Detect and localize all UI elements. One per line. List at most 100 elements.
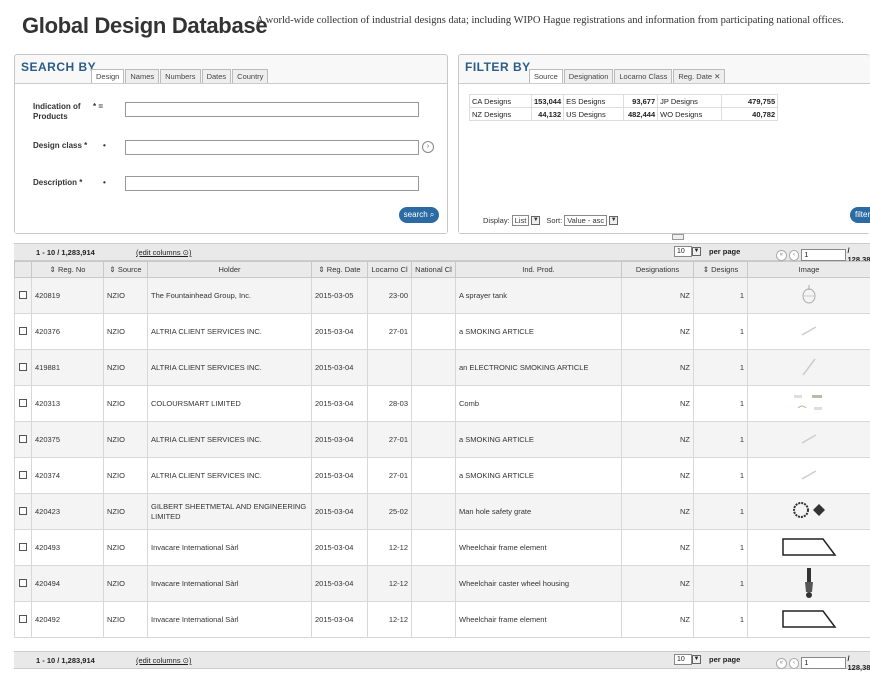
row-checkbox[interactable] [19, 326, 27, 335]
design-thumbnail-image[interactable] [779, 607, 839, 633]
tab-reg-date[interactable]: Reg. Date ✕ [673, 69, 726, 83]
table-row[interactable]: 420819 NZIO The Fountainhead Group, Inc. 20… [14, 277, 870, 314]
display-select[interactable]: List [511, 215, 530, 226]
table-row[interactable]: 420494 NZIO Invacare International Sàrl 201… [14, 565, 870, 602]
row-checkbox[interactable] [19, 578, 27, 587]
tab-names[interactable]: Names [125, 69, 160, 83]
design-thumbnail-image[interactable] [802, 567, 816, 601]
cell-image[interactable] [747, 565, 870, 602]
column-header-source[interactable]: ⇕ Source [103, 261, 148, 278]
column-header-designs[interactable]: ⇕ Designs [693, 261, 748, 278]
cell-image[interactable] [747, 349, 870, 386]
cell-image[interactable] [747, 277, 870, 314]
edit-columns-link[interactable]: (edit columns ⊙) [136, 656, 191, 665]
cell-image[interactable] [747, 421, 870, 458]
table-row[interactable]: 420492 NZIO Invacare International Sàrl 201… [14, 601, 870, 638]
table-row[interactable]: 419881 NZIO ALTRIA CLIENT SERVICES INC. 201… [14, 349, 870, 386]
cell-image[interactable] [747, 601, 870, 638]
design-class-input[interactable] [126, 141, 418, 154]
design-thumbnail-image[interactable] [799, 468, 819, 484]
cell-reg-no[interactable]: 420494 [31, 565, 104, 602]
first-page-icon[interactable]: « [776, 249, 787, 261]
tab-design[interactable]: Design [91, 69, 125, 83]
indication-of-products-field[interactable] [125, 102, 419, 117]
row-checkbox[interactable] [19, 398, 27, 407]
per-page-select[interactable]: 10 [674, 246, 692, 257]
page-number-input[interactable]: 1 [801, 657, 846, 669]
stat-label[interactable]: US Designs [563, 107, 625, 121]
chevron-down-icon[interactable]: ▼ [609, 216, 619, 225]
cell-reg-no[interactable]: 420423 [31, 493, 104, 530]
description-field[interactable] [125, 176, 419, 191]
design-thumbnail-image[interactable] [792, 392, 826, 416]
stat-label[interactable]: CA Designs [469, 94, 532, 108]
row-checkbox[interactable] [19, 362, 27, 371]
tab-designation[interactable]: Designation [563, 69, 614, 83]
table-row[interactable]: 420374 NZIO ALTRIA CLIENT SERVICES INC. 201… [14, 457, 870, 494]
cell-image[interactable] [747, 529, 870, 566]
tab-source[interactable]: Source [529, 69, 563, 83]
design-class-field[interactable] [125, 140, 419, 155]
cell-reg-no[interactable]: 420313 [31, 385, 104, 422]
chevron-down-icon[interactable]: ▼ [692, 655, 701, 664]
page-number-input[interactable]: 1 [801, 249, 846, 261]
cell-reg-no[interactable]: 420375 [31, 421, 104, 458]
design-thumbnail-image[interactable] [779, 535, 839, 561]
row-checkbox[interactable] [19, 290, 27, 299]
row-checkbox[interactable] [19, 506, 27, 515]
first-page-icon[interactable]: « [776, 657, 787, 669]
stat-label[interactable]: WO Designs [657, 107, 723, 121]
cell-image[interactable] [747, 457, 870, 494]
tab-country[interactable]: Country [232, 69, 269, 83]
column-header-reg-no[interactable]: ⇕ Reg. No [31, 261, 104, 278]
design-thumbnail-image[interactable] [799, 432, 819, 448]
sort-select[interactable]: Value - asc [564, 215, 608, 226]
tab-numbers[interactable]: Numbers [160, 69, 201, 83]
edit-columns-link[interactable]: (edit columns ⊙) [136, 248, 191, 257]
stat-label[interactable]: JP Designs [657, 94, 723, 108]
column-header-designations[interactable]: Designations [621, 261, 694, 278]
chevron-down-icon[interactable]: ▼ [692, 247, 701, 256]
cell-reg-no[interactable]: 420819 [31, 277, 104, 314]
cell-image[interactable] [747, 385, 870, 422]
column-header-locarno[interactable]: Locarno Cl [367, 261, 412, 278]
table-row[interactable]: 420423 NZIO GILBERT SHEETMETAL AND ENGINEE… [14, 493, 870, 530]
design-thumbnail-image[interactable] [791, 500, 827, 524]
cell-reg-no[interactable]: 420374 [31, 457, 104, 494]
table-row[interactable]: 420313 NZIO COLOURSMART LIMITED 2015-03-04 2… [14, 385, 870, 422]
design-thumbnail-image[interactable] [799, 324, 819, 340]
column-header-national[interactable]: National Cl [411, 261, 456, 278]
cell-reg-no[interactable]: 419881 [31, 349, 104, 386]
cell-reg-no[interactable]: 420493 [31, 529, 104, 566]
cell-reg-no[interactable]: 420492 [31, 601, 104, 638]
prev-page-icon[interactable]: ‹ [788, 657, 800, 669]
stat-label[interactable]: NZ Designs [469, 107, 532, 121]
design-thumbnail-image[interactable] [799, 356, 819, 380]
description-input[interactable] [126, 177, 418, 190]
row-checkbox[interactable] [19, 434, 27, 443]
chevron-down-icon[interactable]: ▼ [531, 216, 541, 225]
design-class-picker-icon[interactable]: › [422, 141, 434, 153]
tab-locarno-class[interactable]: Locarno Class [614, 69, 673, 83]
column-header-reg-date[interactable]: ⇕ Reg. Date [311, 261, 368, 278]
prev-page-icon[interactable]: ‹ [788, 249, 800, 261]
table-row[interactable]: 420376 NZIO ALTRIA CLIENT SERVICES INC. 201… [14, 313, 870, 350]
table-row[interactable]: 420375 NZIO ALTRIA CLIENT SERVICES INC. 201… [14, 421, 870, 458]
stat-label[interactable]: ES Designs [563, 94, 625, 108]
row-checkbox[interactable] [19, 542, 27, 551]
cell-reg-no[interactable]: 420376 [31, 313, 104, 350]
design-thumbnail-image[interactable] [800, 284, 818, 308]
column-header-ind-prod[interactable]: Ind. Prod. [455, 261, 622, 278]
row-checkbox[interactable] [19, 470, 27, 479]
per-page-select[interactable]: 10 [674, 654, 692, 665]
indication-of-products-input[interactable] [126, 103, 418, 116]
cell-image[interactable] [747, 493, 870, 530]
panel-splitter-handle[interactable] [672, 234, 684, 240]
cell-image[interactable] [747, 313, 870, 350]
table-row[interactable]: 420493 NZIO Invacare International Sàrl 201… [14, 529, 870, 566]
search-button[interactable]: search ⌕ [399, 207, 439, 223]
column-header-holder[interactable]: Holder [147, 261, 312, 278]
tab-dates[interactable]: Dates [201, 69, 232, 83]
row-checkbox[interactable] [19, 614, 27, 623]
filter-button[interactable]: filter [850, 207, 870, 223]
